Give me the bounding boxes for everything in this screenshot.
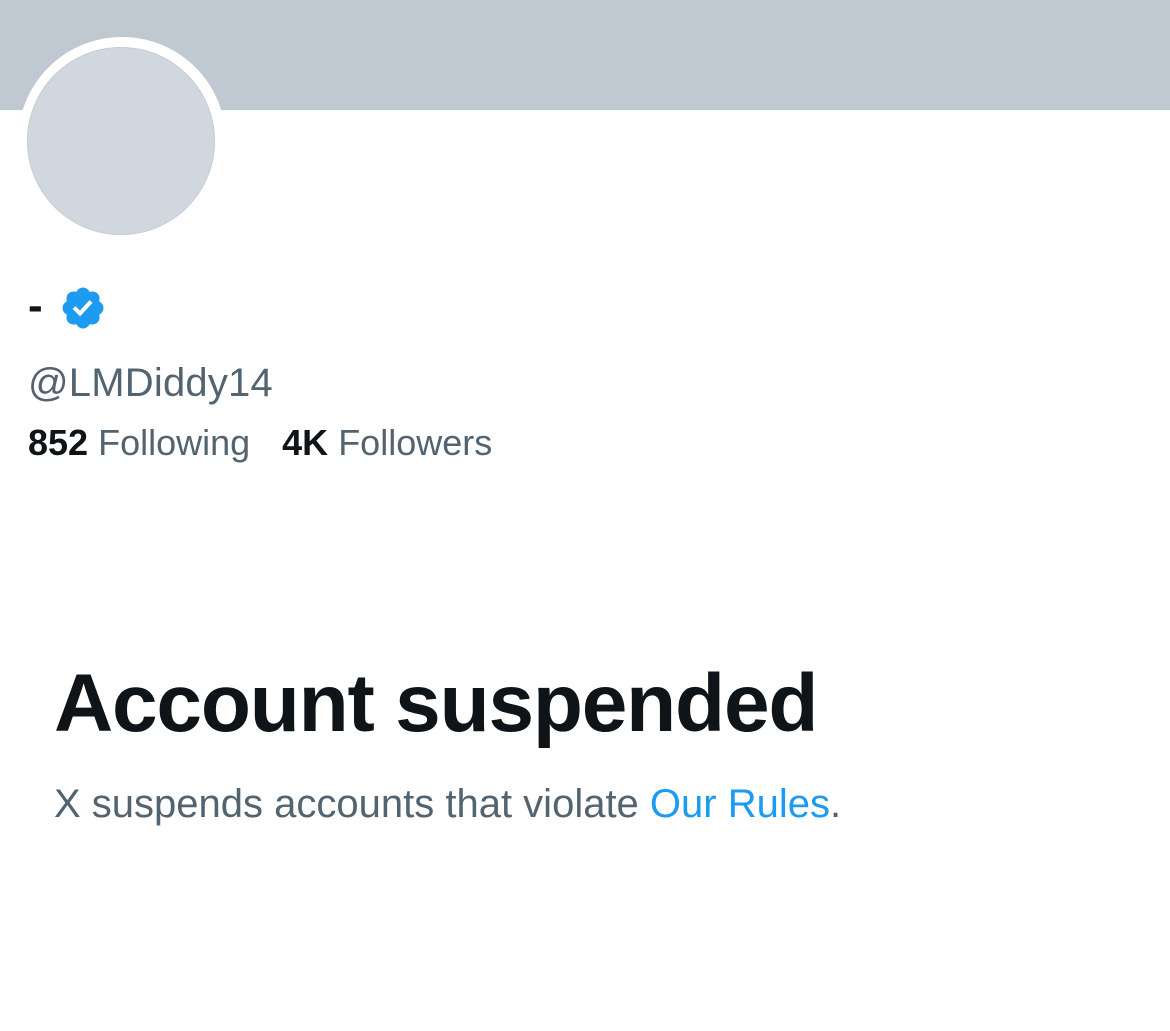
suspension-message: X suspends accounts that violate Our Rul… (54, 778, 841, 830)
display-name: - (28, 281, 43, 330)
following-count: 852 (28, 422, 89, 463)
verified-badge-icon[interactable] (59, 284, 107, 332)
followers-link[interactable]: 4K Followers (282, 420, 492, 466)
followers-count: 4K (282, 422, 329, 463)
suspension-title: Account suspended (54, 658, 818, 749)
suspension-message-text: X suspends accounts that violate (54, 782, 650, 826)
profile-handle: @LMDiddy14 (28, 361, 273, 405)
suspension-message-period: . (829, 782, 842, 826)
profile-page: - @LMDiddy14 852 Following 4K Followers … (0, 0, 1170, 1031)
following-label: Following (98, 422, 251, 463)
profile-stats: 852 Following 4K Followers (28, 420, 524, 466)
profile-name-row: - (28, 280, 107, 336)
following-link[interactable]: 852 Following (28, 420, 250, 466)
avatar[interactable] (27, 47, 215, 235)
our-rules-link[interactable]: Our Rules (650, 782, 830, 826)
followers-label: Followers (338, 422, 493, 463)
